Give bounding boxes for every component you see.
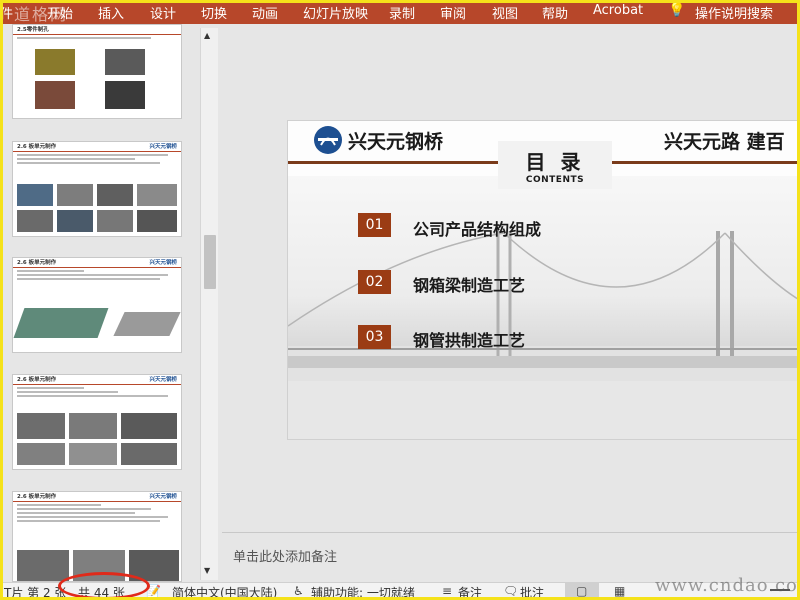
toc-title-box: 目 录 CONTENTS — [498, 141, 612, 189]
comments-icon[interactable]: 🗨 — [503, 584, 518, 598]
toc-title: 目 录 — [525, 150, 585, 174]
tab-transitions[interactable]: 切换 — [201, 3, 227, 22]
toc-item-number: 01 — [358, 213, 391, 237]
watermark-url: www.cndao.com — [655, 575, 800, 596]
toc-item-text: 公司产品结构组成 — [413, 220, 542, 239]
toc-subtitle: CONTENTS — [525, 175, 585, 185]
zoom-slider[interactable] — [770, 589, 790, 591]
scroll-up-icon[interactable]: ▲ — [204, 31, 210, 40]
slide-canvas[interactable]: 兴天元钢桥 兴天元路 建百 目 录 CONTENTS 01 公司产品结构组成 0… — [287, 120, 800, 440]
slide-thumbnail[interactable]: 2.6 板单元制作 兴天元钢桥 — [12, 257, 182, 353]
tab-review[interactable]: 审阅 — [440, 3, 466, 22]
slide-thumbnail[interactable]: 2.6 板单元制作 兴天元钢桥 — [12, 374, 182, 470]
toc-item-number: 03 — [358, 325, 391, 349]
notes-button[interactable]: 备注 — [458, 584, 482, 600]
ribbon-menu: 道格网 件 开始 插入 设计 切换 动画 幻灯片放映 录制 审阅 视图 帮助 A… — [0, 0, 800, 24]
tab-view[interactable]: 视图 — [492, 3, 518, 22]
thumbnail-scrollbar[interactable]: ▲ ▼ — [200, 28, 218, 580]
accessibility-icon[interactable]: ♿ — [293, 584, 304, 598]
annotation-circle — [58, 572, 150, 600]
toc-item-text: 钢箱梁制造工艺 — [413, 276, 526, 295]
scroll-down-icon[interactable]: ▼ — [204, 566, 210, 575]
thumbnail-brand: 兴天元钢桥 — [149, 494, 177, 500]
normal-view-icon[interactable]: ▢ — [576, 584, 587, 598]
slide-brand-name: 兴天元钢桥 — [348, 131, 444, 153]
tab-design[interactable]: 设计 — [150, 3, 176, 22]
tab-insert[interactable]: 插入 — [98, 3, 124, 22]
slide-slogan: 兴天元路 建百 — [664, 131, 785, 153]
slide-sorter-icon[interactable]: ▦ — [614, 584, 625, 598]
accessibility-status[interactable]: 辅助功能: 一切就绪 — [311, 584, 415, 600]
tab-record[interactable]: 录制 — [389, 3, 415, 22]
thumbnail-brand: 兴天元钢桥 — [149, 144, 177, 150]
thumbnail-title: 2.6 板单元制作 — [17, 260, 57, 266]
tell-me-search[interactable]: 操作说明搜索 — [695, 3, 773, 22]
toc-item-number: 02 — [358, 270, 391, 294]
thumbnail-title: 2.6 板单元制作 — [17, 494, 57, 500]
scrollbar-thumb[interactable] — [204, 235, 216, 289]
tab-home[interactable]: 开始 — [47, 3, 73, 22]
toc-item-text: 钢管拱制造工艺 — [413, 331, 526, 350]
thumbnail-title: 2.6 板单元制作 — [17, 144, 57, 150]
slide-thumbnail[interactable]: 2.6 板单元制作 兴天元钢桥 — [12, 491, 182, 582]
notes-divider[interactable] — [222, 532, 800, 533]
thumbnail-brand: 兴天元钢桥 — [149, 377, 177, 383]
slide-thumbnail-pane: 2.5零件制孔 2.6 板单元制作 兴天元钢桥 2.6 板单元制作 兴天元钢桥 2.… — [0, 24, 222, 582]
company-logo-icon — [314, 126, 342, 154]
tab-animations[interactable]: 动画 — [252, 3, 278, 22]
lightbulb-icon[interactable]: 💡 — [668, 2, 685, 18]
thumbnail-title: 2.6 板单元制作 — [17, 377, 57, 383]
notes-icon[interactable]: ≡ — [442, 584, 452, 598]
tab-slideshow[interactable]: 幻灯片放映 — [303, 3, 368, 22]
slide-thumbnail[interactable]: 2.5零件制孔 — [12, 24, 182, 119]
thumbnail-brand: 兴天元钢桥 — [149, 260, 177, 266]
slide-thumbnail[interactable]: 2.6 板单元制作 兴天元钢桥 — [12, 141, 182, 237]
tab-acrobat[interactable]: Acrobat — [593, 3, 643, 18]
comments-button[interactable]: 批注 — [520, 584, 544, 600]
language-indicator[interactable]: 简体中文(中国大陆) — [172, 584, 277, 600]
tab-file[interactable]: 件 — [0, 3, 13, 22]
notes-placeholder[interactable]: 单击此处添加备注 — [233, 546, 337, 565]
tab-help[interactable]: 帮助 — [542, 3, 568, 22]
thumbnail-title: 2.5零件制孔 — [13, 25, 181, 35]
